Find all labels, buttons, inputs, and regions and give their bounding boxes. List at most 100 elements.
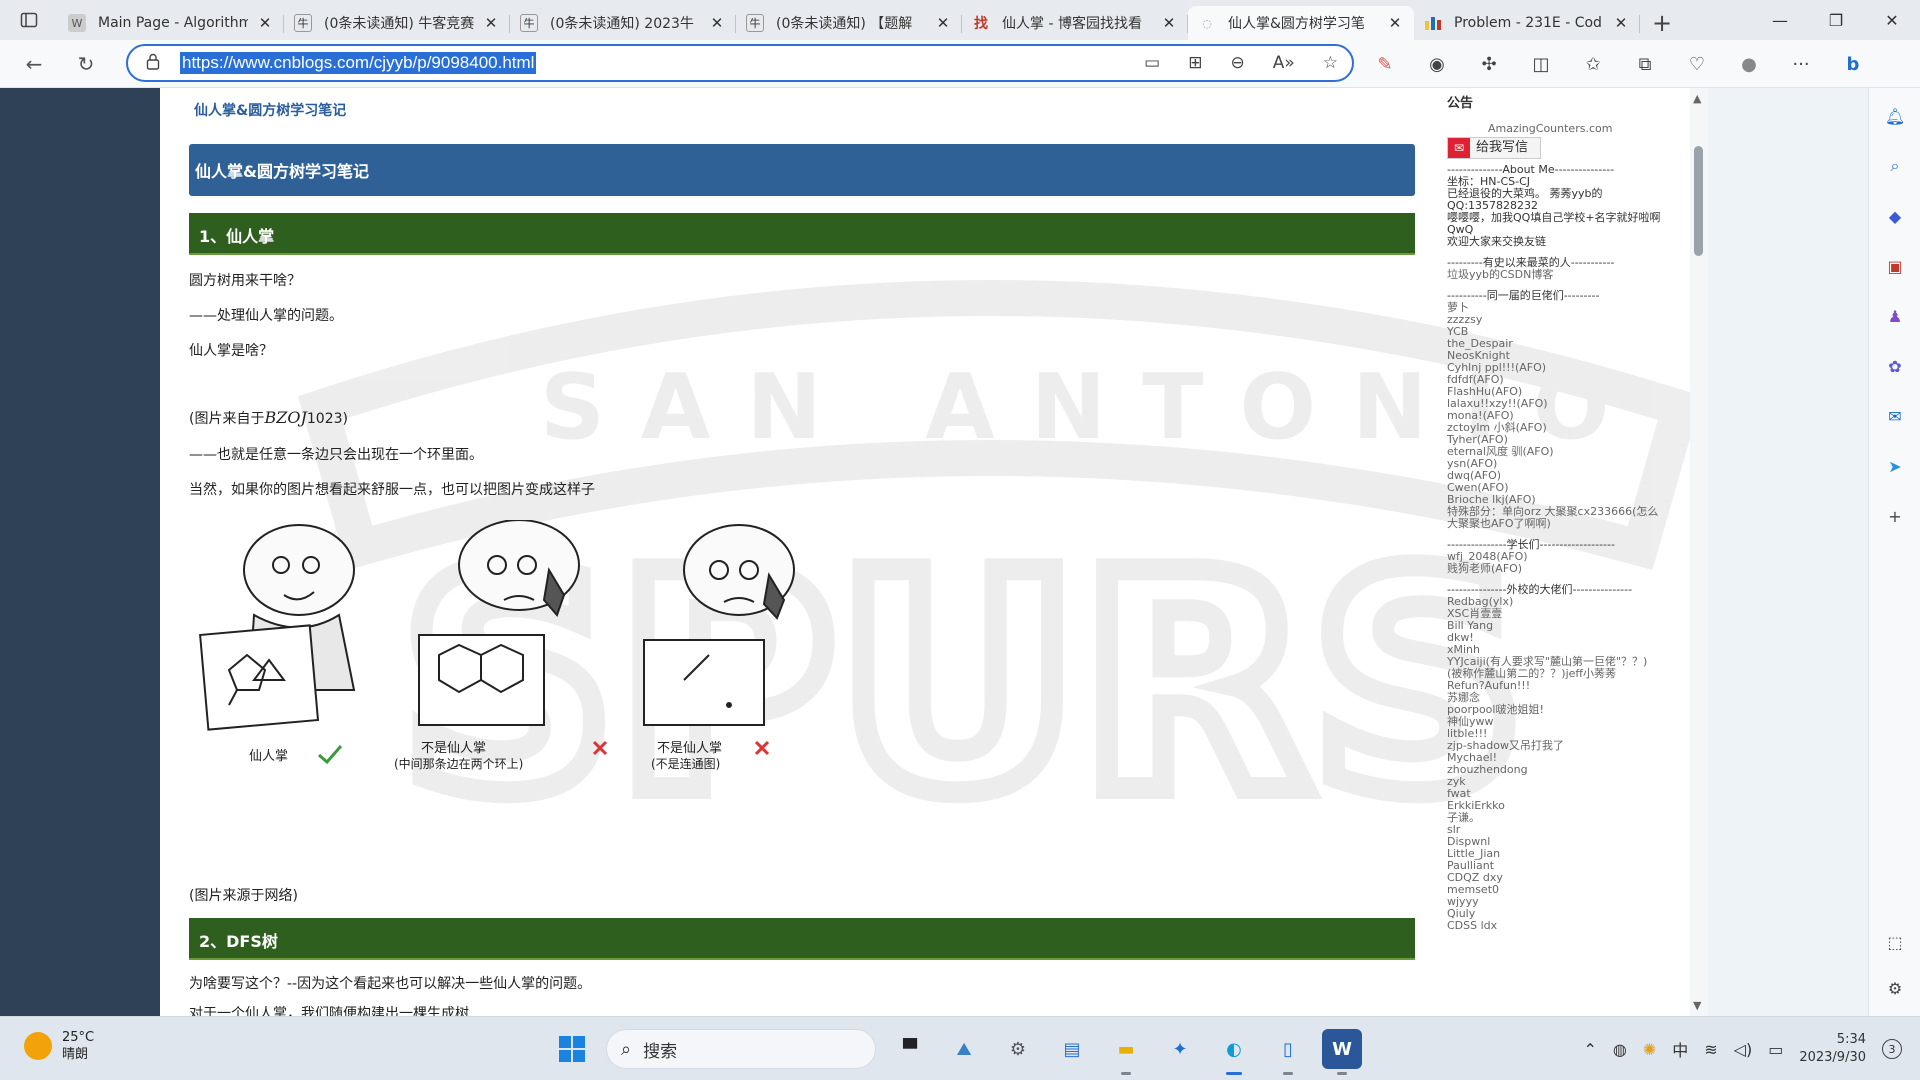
caption-not-cactus-2: 不是仙人掌 — [657, 741, 722, 756]
notice-heading: 公告 — [1447, 96, 1474, 111]
post-breadcrumb-link[interactable]: 仙人掌&圆方树学习笔记 — [194, 100, 346, 120]
extension-pen-icon[interactable]: ✎ — [1370, 54, 1400, 75]
color-pinwheel-icon[interactable]: ✺ — [1643, 1040, 1656, 1059]
battery-icon[interactable]: ▭ — [1768, 1040, 1783, 1059]
taskbar-apps: ⌕ 搜索 ▀ ⛰ ⚙ ▤ ▬ ✦ ◐ ▯ W — [552, 1029, 1362, 1075]
url-text[interactable]: https://www.cnblogs.com/cjyyb/p/9098400.… — [180, 52, 537, 74]
screenshot-icon[interactable]: ⬚ — [1881, 928, 1909, 956]
post-title[interactable]: 仙人掌&圆方树学习笔记 — [189, 144, 1415, 196]
profile-avatar-icon[interactable]: ● — [1734, 54, 1764, 75]
qr-code-icon[interactable]: ⊞ — [1188, 53, 1202, 73]
task-view-icon[interactable]: ▀ — [890, 1029, 930, 1069]
microsoft365-icon[interactable]: ✿ — [1881, 352, 1909, 380]
refresh-button[interactable]: ↻ — [60, 44, 112, 84]
telegram-icon[interactable]: ➤ — [1881, 452, 1909, 480]
notepad-app-icon[interactable]: ▤ — [1052, 1029, 1092, 1069]
tab-nowcoder-1[interactable]: 牛 (0条未读通知) 牛客竞赛 ✕ — [284, 6, 510, 40]
caption-not-cactus-1-note: (中间那条边在两个环上) — [394, 756, 523, 770]
tab-main-page[interactable]: W Main Page - Algorithm ✕ — [58, 6, 284, 40]
volume-icon[interactable]: ◁) — [1734, 1040, 1753, 1059]
page-scrollbar[interactable]: ▲ ▼ — [1690, 88, 1708, 1016]
games-icon[interactable]: ♟ — [1881, 302, 1909, 330]
tab-cactus-notes[interactable]: ◌ 仙人掌&圆方树学习笔 ✕ — [1188, 6, 1414, 40]
close-tab-icon[interactable]: ✕ — [256, 14, 274, 32]
close-tab-icon[interactable]: ✕ — [934, 14, 952, 32]
close-tab-icon[interactable]: ✕ — [708, 14, 726, 32]
search-icon[interactable]: ⌕ — [1881, 152, 1909, 180]
scroll-down-arrow-icon[interactable]: ▼ — [1693, 999, 1701, 1012]
settings-more-icon[interactable]: ··· — [1786, 54, 1816, 75]
tab-nowcoder-2[interactable]: 牛 (0条未读通知) 2023牛 ✕ — [510, 6, 736, 40]
tab-cnblogs-search[interactable]: 找 仙人掌 - 博客园找找看 ✕ — [962, 6, 1188, 40]
collections-icon[interactable]: ⧉ — [1630, 54, 1660, 75]
image-source-note-2: (图片来源于网络) — [189, 888, 298, 904]
shopping-tag-icon[interactable]: ◆ — [1881, 202, 1909, 230]
notification-bell-icon[interactable]: 🔔︎ — [1881, 102, 1909, 130]
page-margin — [1708, 88, 1868, 1016]
notification-count-badge[interactable]: 3 — [1882, 1039, 1902, 1059]
check-icon — [318, 745, 343, 765]
favorite-star-icon[interactable]: ☆ — [1323, 53, 1338, 73]
tools-briefcase-icon[interactable]: ▣ — [1881, 252, 1909, 280]
extension-incognito-icon[interactable]: ◉ — [1422, 54, 1452, 75]
phone-link-icon[interactable]: ▯ — [1268, 1029, 1308, 1075]
scrollbar-thumb[interactable] — [1694, 146, 1703, 256]
cactus-examples-image: 仙人掌 不是仙人掌 (中间那条边在两个环上) 不是仙人掌 (不是连通图) — [199, 520, 795, 770]
zoom-out-icon[interactable]: ⊖ — [1230, 53, 1244, 73]
paragraph: ——处理仙人掌的问题。 — [189, 308, 343, 324]
paragraph: ——也就是任意一条边只会出现在一个环里面。 — [189, 447, 483, 463]
close-tab-icon[interactable]: ✕ — [1612, 14, 1630, 32]
send-mail-button[interactable]: ✉ 给我写信 — [1447, 137, 1541, 159]
nowcoder-icon: 牛 — [520, 14, 538, 32]
new-tab-button[interactable]: + — [1640, 6, 1684, 40]
system-tray: ⌃ ◍ ✺ 中 ≋ ◁) ▭ 5:34 2023/9/30 3 — [1583, 1025, 1902, 1073]
mail-envelope-icon: ✉ — [1448, 138, 1470, 158]
qq-penguin-icon[interactable]: ◍ — [1613, 1040, 1627, 1059]
show-hidden-icons-chevron-icon[interactable]: ⌃ — [1583, 1040, 1596, 1059]
close-tab-icon[interactable]: ✕ — [1160, 14, 1178, 32]
sidebar-settings-gear-icon[interactable]: ⚙ — [1881, 974, 1909, 1002]
temperature: 25°C — [62, 1030, 95, 1045]
tab-nowcoder-3[interactable]: 牛 (0条未读通知) 【题解 ✕ — [736, 6, 962, 40]
split-screen-icon[interactable]: ◫ — [1526, 54, 1556, 75]
lock-icon — [146, 53, 164, 74]
taskbar-search[interactable]: ⌕ 搜索 — [606, 1029, 876, 1069]
cnblogs-search-icon: 找 — [974, 16, 988, 32]
app-available-icon[interactable]: ▭ — [1144, 53, 1160, 73]
tab-codeforces[interactable]: Problem - 231E - Cod ✕ — [1414, 6, 1640, 40]
word-app-icon[interactable]: W — [1322, 1029, 1362, 1075]
edge-browser-icon[interactable]: ◐ — [1214, 1029, 1254, 1075]
close-tab-icon[interactable]: ✕ — [1386, 14, 1404, 32]
minimize-button[interactable]: — — [1752, 0, 1808, 40]
read-aloud-icon[interactable]: A» — [1273, 53, 1295, 73]
favorites-icon[interactable]: ✩ — [1578, 54, 1608, 75]
settings-gear-app-icon[interactable]: ⚙ — [998, 1029, 1038, 1069]
address-bar[interactable]: https://www.cnblogs.com/cjyyb/p/9098400.… — [126, 44, 1354, 82]
extensions-puzzle-icon[interactable]: ✣ — [1474, 54, 1504, 75]
start-button[interactable] — [552, 1029, 592, 1069]
tab-actions-button[interactable] — [0, 0, 58, 40]
sidebar-line[interactable]: 垃圾yyb的CSDN博客 — [1447, 269, 1553, 281]
outlook-icon[interactable]: ✉ — [1881, 402, 1909, 430]
system-clock[interactable]: 5:34 2023/9/30 — [1799, 1031, 1866, 1067]
copilot-icon[interactable]: b — [1838, 54, 1868, 75]
scroll-up-arrow-icon[interactable]: ▲ — [1693, 92, 1701, 105]
input-method-indicator[interactable]: 中 — [1672, 1037, 1688, 1061]
performance-heart-icon[interactable]: ♡ — [1682, 54, 1712, 75]
caption-not-cactus-1: 不是仙人掌 — [421, 741, 486, 756]
stock-chart-app-icon[interactable]: ⛰ — [944, 1029, 984, 1069]
cross-icon — [754, 740, 770, 756]
sidebar-line[interactable]: 贱狗老师(AFO) — [1447, 563, 1522, 575]
add-sidebar-app-icon[interactable]: + — [1881, 502, 1909, 530]
wifi-icon[interactable]: ≋ — [1704, 1040, 1717, 1059]
feishu-app-icon[interactable]: ✦ — [1160, 1029, 1200, 1069]
back-button[interactable]: ← — [8, 44, 60, 84]
sidebar-line[interactable]: 大聚聚也AFO了啊啊) — [1447, 518, 1551, 530]
weather-widget[interactable]: 25°C 晴朗 — [24, 1029, 94, 1063]
sidebar-line[interactable]: CDSS ldx — [1447, 920, 1497, 932]
close-tab-icon[interactable]: ✕ — [482, 14, 500, 32]
address-bar-actions: ▭ ⊞ ⊖ A» ☆ — [1144, 46, 1338, 80]
file-explorer-icon[interactable]: ▬ — [1106, 1029, 1146, 1075]
restore-button[interactable]: ❐ — [1808, 0, 1864, 40]
close-window-button[interactable]: ✕ — [1864, 0, 1920, 40]
